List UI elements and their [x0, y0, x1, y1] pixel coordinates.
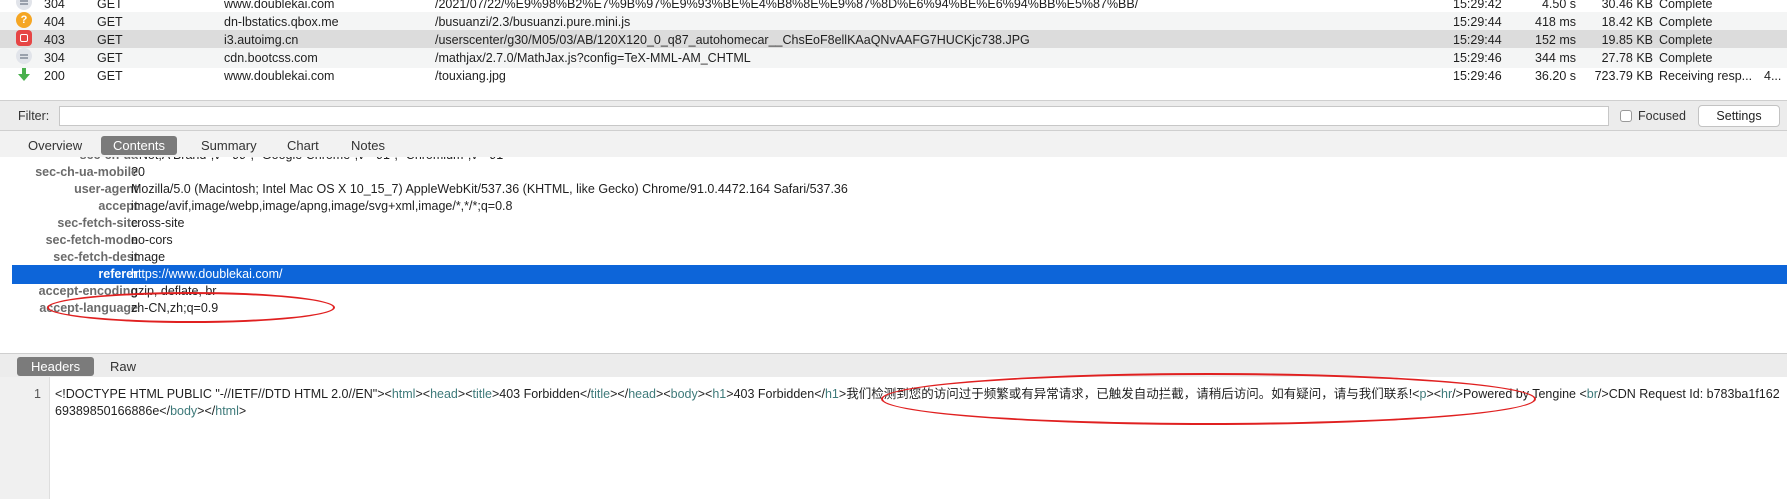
response-body-code: <!DOCTYPE HTML PUBLIC "-//IETF//DTD HTML…: [55, 387, 1780, 418]
blocked-icon: [16, 30, 32, 46]
request-row[interactable]: 403 GET i3.autoimg.cn/userscenter/g30/M05/…: [0, 30, 1787, 50]
request-method: GET: [97, 69, 123, 83]
focused-checkbox[interactable]: [1620, 110, 1632, 122]
tab-overview[interactable]: Overview: [28, 136, 82, 155]
tab-raw[interactable]: Raw: [110, 357, 136, 376]
request-row[interactable]: 200 GET www.doublekai.com/touxiang.jpg 15:2…: [0, 66, 1787, 86]
request-extra: 4...: [1764, 69, 1782, 83]
request-headers-list: sec-ch-ua" Not;A Brand";v="99", "Google …: [0, 157, 1787, 353]
request-status: 404: [44, 15, 65, 29]
request-start: 15:29:46: [1453, 51, 1502, 65]
request-method: GET: [97, 51, 123, 65]
request-path: /busuanzi/2.3/busuanzi.pure.mini.js: [435, 15, 631, 29]
request-duration: 152 ms: [1535, 33, 1576, 47]
request-status: 403: [44, 33, 65, 47]
header-name: accept-language: [39, 301, 138, 315]
filter-input[interactable]: [59, 106, 1609, 126]
request-host: dn-lbstatics.qbox.me: [224, 15, 339, 29]
request-size: 723.79 KB: [1594, 69, 1653, 83]
doctype: <!DOCTYPE HTML PUBLIC "-//IETF//DTD HTML…: [55, 387, 385, 401]
request-state: Complete: [1659, 15, 1713, 29]
request-duration: 418 ms: [1535, 15, 1576, 29]
request-start: 15:29:44: [1453, 15, 1502, 29]
question-icon: ?: [16, 12, 32, 28]
tab-contents[interactable]: Contents: [101, 136, 178, 155]
request-host: i3.autoimg.cn: [224, 33, 299, 47]
request-start: 15:29:44: [1453, 33, 1502, 47]
request-method: GET: [97, 33, 123, 47]
request-path: /mathjax/2.7.0/MathJax.js?config=TeX-MML…: [435, 51, 751, 65]
request-state: Receiving resp...: [1659, 69, 1753, 83]
request-state: Complete: [1659, 33, 1713, 47]
request-size: 18.42 KB: [1601, 15, 1653, 29]
request-size: 27.78 KB: [1601, 51, 1653, 65]
document-icon: [16, 0, 32, 10]
request-status: 304: [44, 51, 65, 65]
focused-label[interactable]: Focused: [1638, 109, 1686, 123]
request-state: Complete: [1659, 51, 1713, 65]
powered-by-text: Powered by Tengine: [1462, 387, 1580, 401]
detail-tabs: Overview Contents Summary Chart Notes: [0, 131, 1787, 157]
content-subtabs: Headers Raw: [0, 353, 1787, 377]
download-icon: [16, 66, 32, 82]
request-duration: 36.20 s: [1534, 69, 1576, 83]
header-row-accept-language[interactable]: accept-language zh-CN,zh;q=0.9: [12, 299, 1787, 318]
settings-button[interactable]: Settings: [1698, 105, 1780, 127]
document-icon: [16, 48, 32, 64]
request-host: www.doublekai.com: [224, 69, 335, 83]
request-size: 19.85 KB: [1601, 33, 1653, 47]
request-host: cdn.bootcss.com: [224, 51, 318, 65]
request-table: 304 GET www.doublekai.com/2021/07/22/%E9%9…: [0, 0, 1787, 99]
request-method: GET: [97, 15, 123, 29]
tab-notes[interactable]: Notes: [351, 136, 385, 155]
line-number: 1: [34, 387, 41, 401]
tab-summary[interactable]: Summary: [201, 136, 257, 155]
request-row[interactable]: 304 GET cdn.bootcss.com/mathjax/2.7.0/Math…: [0, 48, 1787, 68]
header-value: zh-CN,zh;q=0.9: [131, 301, 219, 315]
request-path: /userscenter/g30/M05/03/AB/120X120_0_q87…: [435, 33, 1030, 47]
response-body-pane[interactable]: 1 <!DOCTYPE HTML PUBLIC "-//IETF//DTD HT…: [0, 377, 1787, 499]
request-path: /touxiang.jpg: [435, 69, 506, 83]
request-row[interactable]: ? 404 GET dn-lbstatics.qbox.me/busuanzi/2.3…: [0, 12, 1787, 32]
tab-chart[interactable]: Chart: [287, 136, 319, 155]
tab-headers[interactable]: Headers: [17, 357, 95, 376]
request-duration: 344 ms: [1535, 51, 1576, 65]
filter-label: Filter:: [18, 109, 50, 123]
block-message: 我们检测到您的访问过于频繁或有异常请求，已触发自动拦截，请稍后访问。如有疑问，请…: [846, 387, 1413, 401]
h1-text: 403 Forbidden: [733, 387, 815, 401]
title-text: 403 Forbidden: [499, 387, 580, 401]
request-status: 200: [44, 69, 65, 83]
request-start: 15:29:46: [1453, 69, 1502, 83]
filter-bar: Filter: Focused Settings: [0, 100, 1787, 131]
line-gutter: 1: [0, 377, 50, 499]
